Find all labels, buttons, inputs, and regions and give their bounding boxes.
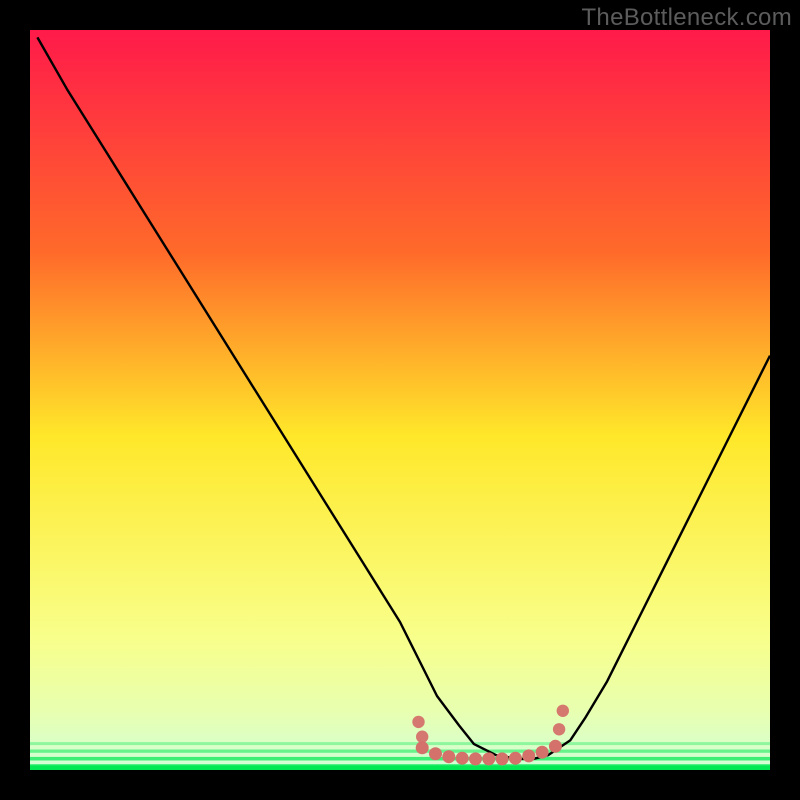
marker-dot [482,752,495,765]
marker-dot [557,705,569,717]
marker-dot [509,752,522,765]
marker-dot [429,747,442,760]
green-band-bottom [30,766,770,770]
green-band [30,750,770,753]
marker-dot [416,731,428,743]
marker-dot [522,749,535,762]
marker-dot [536,746,549,759]
marker-dot [412,716,424,728]
marker-dot [496,752,509,765]
marker-dot [456,752,469,765]
plot-area [30,30,770,770]
marker-dot [549,740,562,753]
green-band [30,742,770,745]
chart-svg [30,30,770,770]
gradient-background [30,30,770,770]
watermark-text: TheBottleneck.com [581,4,792,32]
marker-dot [469,752,482,765]
green-band [30,757,770,761]
marker-dot [416,741,429,754]
chart-frame: TheBottleneck.com [0,0,800,800]
marker-dot [442,750,455,763]
marker-dot [553,723,565,735]
